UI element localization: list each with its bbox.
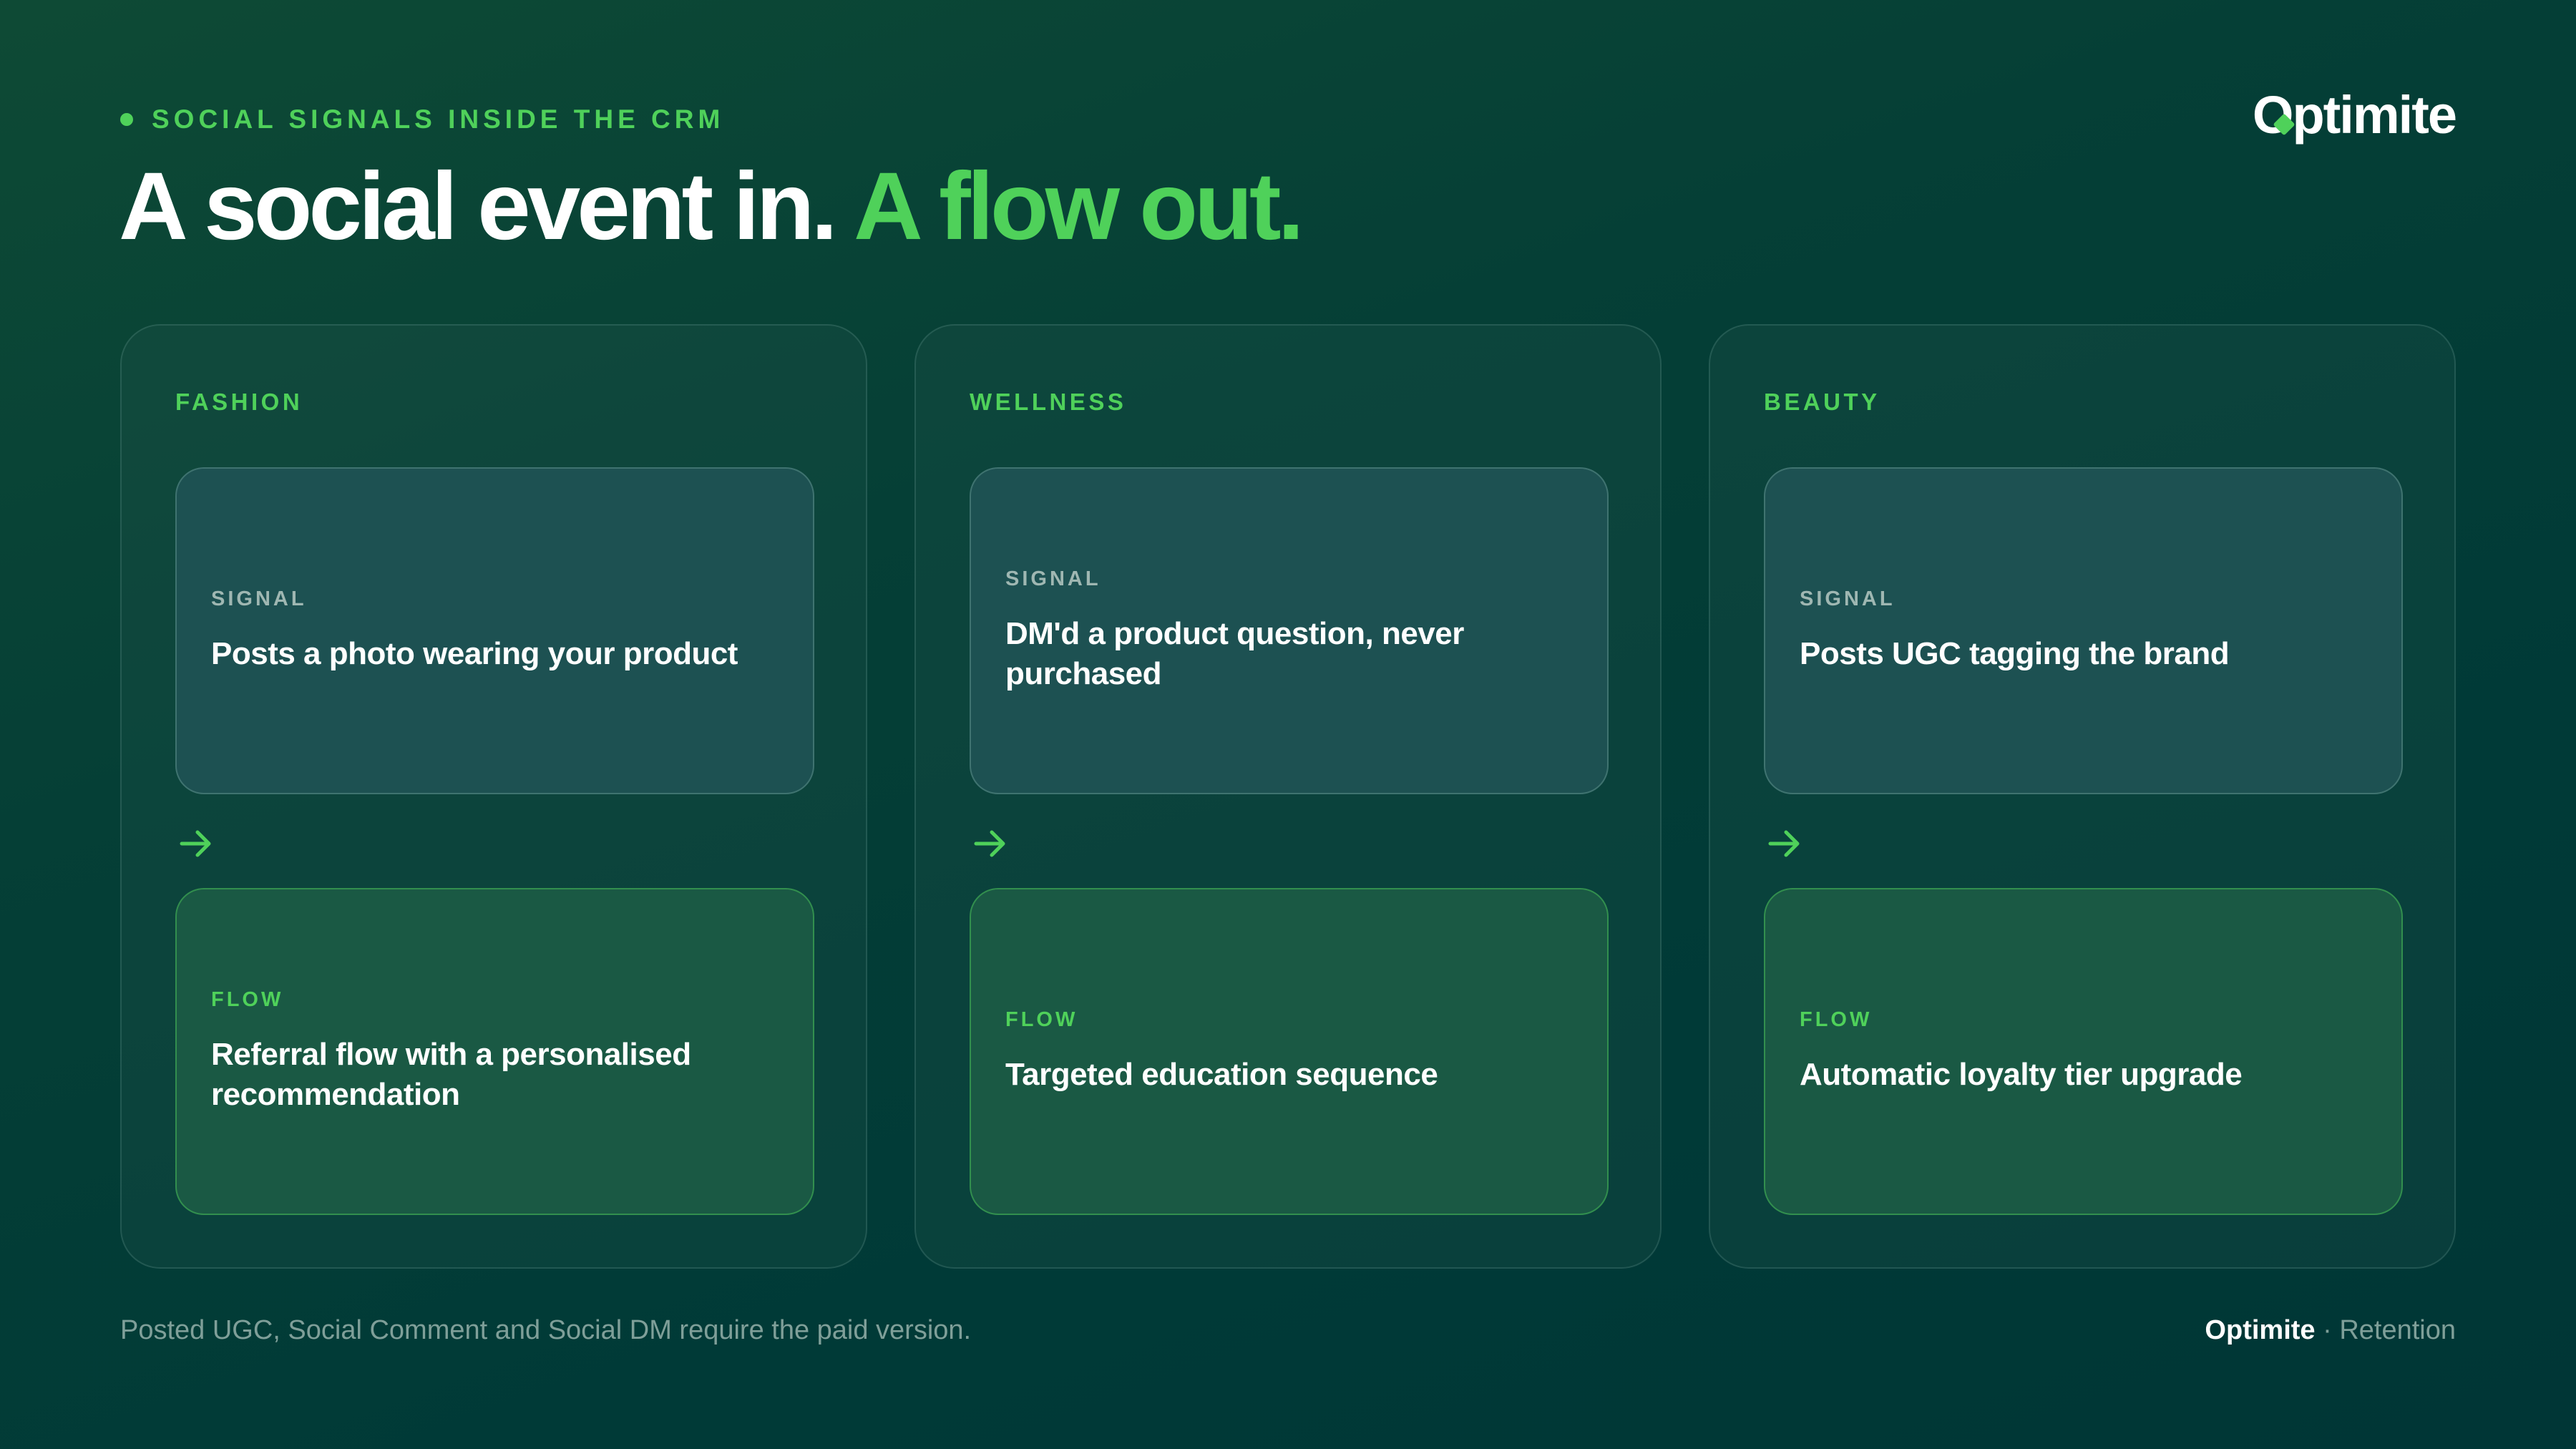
- column-title: BEAUTY: [1764, 389, 1880, 415]
- column-title: WELLNESS: [970, 389, 1127, 415]
- page-title: A social event in. A flow out.: [119, 159, 1304, 255]
- optimite-logo: Optimite: [2252, 84, 2457, 145]
- footer-separator: ·: [2323, 1315, 2332, 1345]
- arrow-right-icon: [180, 830, 211, 857]
- signal-text: Posts UGC tagging the brand: [1800, 635, 2230, 671]
- flow-text: Targeted education sequence: [1005, 1056, 1438, 1092]
- flow-card: FLOW Automatic loyalty tier upgrade: [1764, 888, 2403, 1215]
- column-wellness: WELLNESS SIGNAL DM'd a product question,…: [914, 324, 1662, 1269]
- flow-text: Automatic loyalty tier upgrade: [1800, 1056, 2243, 1092]
- headline-part2: A flow out.: [854, 153, 1304, 260]
- flow-text: Referral flow with a personalised recomm…: [211, 1036, 691, 1112]
- flow-card: FLOW Referral flow with a personalised r…: [175, 888, 814, 1215]
- column-title: FASHION: [175, 389, 303, 415]
- arrow-right-icon: [974, 830, 1005, 857]
- eyebrow-text: SOCIAL SIGNALS INSIDE THE CRM: [152, 104, 725, 134]
- headline-part1: A social event in.: [119, 153, 838, 260]
- signal-label: SIGNAL: [211, 587, 307, 610]
- signal-card: SIGNAL Posts UGC tagging the brand: [1764, 467, 2403, 794]
- use-case-columns: FASHION SIGNAL Posts a photo wearing you…: [120, 324, 2456, 1269]
- flow-label: FLOW: [1800, 1008, 1873, 1031]
- footnote: Posted UGC, Social Comment and Social DM…: [120, 1315, 972, 1345]
- logo-rest: ptimite: [2292, 85, 2457, 145]
- logo-first-letter: O: [2252, 85, 2294, 145]
- flow-card: FLOW Targeted education sequence: [970, 888, 1609, 1215]
- signal-card: SIGNAL Posts a photo wearing your produc…: [175, 467, 814, 794]
- signal-text: Posts a photo wearing your product: [211, 635, 738, 671]
- signal-label: SIGNAL: [1800, 587, 1896, 610]
- column-beauty: BEAUTY SIGNAL Posts UGC tagging the bran…: [1709, 324, 2456, 1269]
- signal-text: DM'd a product question, never purchased: [1005, 615, 1464, 691]
- footer-brand-name: Optimite: [2205, 1315, 2316, 1345]
- column-fashion: FASHION SIGNAL Posts a photo wearing you…: [120, 324, 867, 1269]
- signal-label: SIGNAL: [1005, 567, 1101, 590]
- arrow-right-icon: [1768, 830, 1800, 857]
- signal-card: SIGNAL DM'd a product question, never pu…: [970, 467, 1609, 794]
- footer-section: Retention: [2339, 1315, 2456, 1345]
- dot-icon: [120, 113, 133, 126]
- eyebrow: SOCIAL SIGNALS INSIDE THE CRM: [120, 104, 724, 135]
- footer-brand: Optimite · Retention: [2205, 1315, 2456, 1346]
- flow-label: FLOW: [1005, 1008, 1078, 1031]
- logo-o: O: [2252, 84, 2296, 145]
- flow-label: FLOW: [211, 987, 284, 1011]
